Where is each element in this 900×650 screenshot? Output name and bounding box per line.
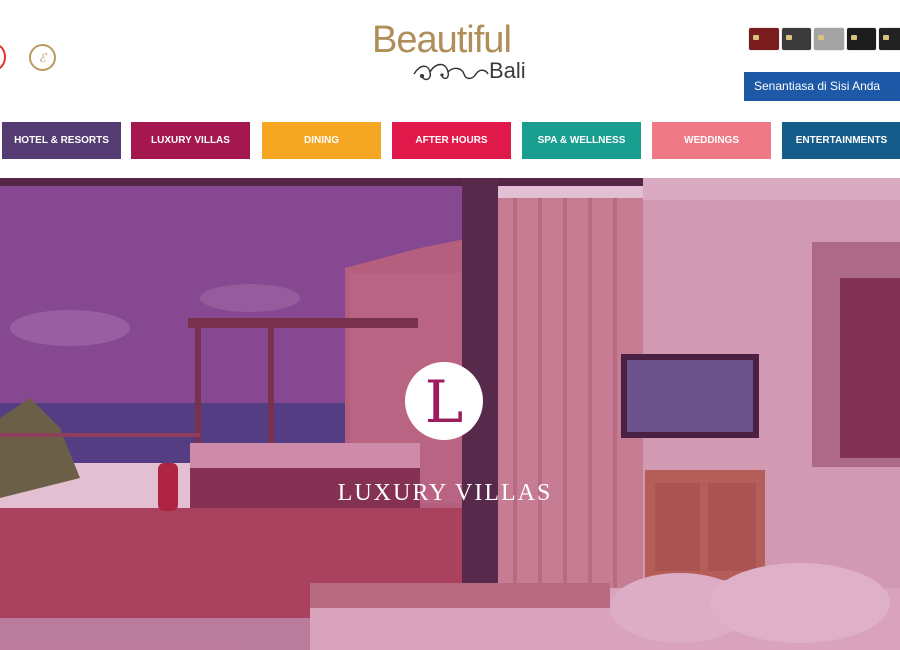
hero-banner[interactable]: L LUXURY VILLAS xyxy=(0,178,900,650)
nav-spa-wellness[interactable]: SPA & WELLNESS xyxy=(522,122,641,159)
credit-cards xyxy=(749,28,900,50)
nav-luxury-villas[interactable]: LUXURY VILLAS xyxy=(131,122,250,159)
credit-card-icon xyxy=(846,28,877,50)
nav-entertainments[interactable]: ENTERTAINMENTS xyxy=(782,122,900,159)
credit-card-icon xyxy=(781,28,812,50)
tagline-banner[interactable]: Senantiasa di Sisi Anda xyxy=(744,72,900,101)
nav-after-hours[interactable]: AFTER HOURS xyxy=(392,122,511,159)
credit-card-icon xyxy=(814,28,844,50)
pinterest-icon[interactable] xyxy=(0,44,6,70)
circle-logo-icon[interactable]: ℰ xyxy=(29,44,56,71)
credit-card-icon xyxy=(749,28,779,50)
site-header: ℰ Beautiful Bali Senantiasa di Sisi Anda… xyxy=(0,0,900,178)
logo-main-text: Beautiful xyxy=(372,19,512,61)
nav-weddings[interactable]: WEDDINGS xyxy=(652,122,771,159)
swirl-ornament-icon xyxy=(413,63,489,81)
main-nav: HOTEL & RESORTS LUXURY VILLAS DINING AFT… xyxy=(0,122,900,160)
site-logo[interactable]: Beautiful Bali xyxy=(372,18,532,88)
emblem-letter: L xyxy=(424,368,464,436)
logo-sub-text: Bali xyxy=(489,58,526,83)
nav-hotel-resorts[interactable]: HOTEL & RESORTS xyxy=(2,122,121,159)
credit-card-icon xyxy=(879,28,900,50)
nav-dining[interactable]: DINING xyxy=(262,122,381,159)
hero-title: LUXURY VILLAS xyxy=(337,480,553,506)
villas-emblem-icon: L xyxy=(405,362,483,440)
